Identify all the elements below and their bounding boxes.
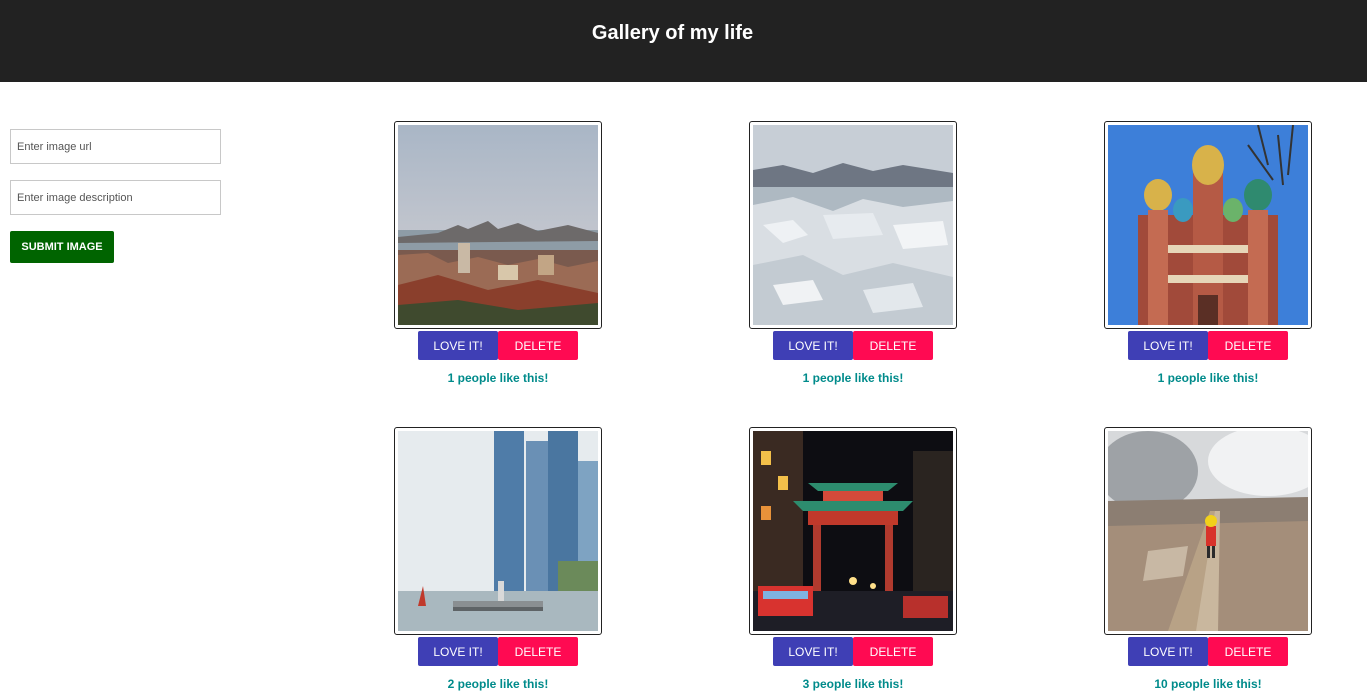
love-it-button[interactable]: LOVE IT!	[418, 331, 498, 360]
photo-frame	[749, 121, 957, 329]
delete-button[interactable]: DELETE	[498, 637, 578, 666]
delete-button[interactable]: DELETE	[498, 331, 578, 360]
app-header: Gallery of my life	[0, 0, 1367, 82]
gallery-card: LOVE IT! DELETE 3 people like this!	[749, 427, 957, 697]
image-description-input[interactable]	[10, 180, 221, 215]
likes-count: 3 people like this!	[802, 677, 904, 691]
image-url-input[interactable]	[10, 129, 221, 164]
love-it-button[interactable]: LOVE IT!	[773, 637, 853, 666]
card-actions: LOVE IT! DELETE	[773, 637, 933, 666]
gallery-card: LOVE IT! DELETE 1 people like this!	[394, 121, 602, 391]
likes-count: 2 people like this!	[447, 677, 549, 691]
page-title: Gallery of my life	[591, 22, 754, 44]
likes-count: 1 people like this!	[1157, 371, 1259, 385]
onion-dome-church-icon	[1108, 125, 1308, 325]
card-actions: LOVE IT! DELETE	[1128, 331, 1288, 360]
gallery-card: LOVE IT! DELETE 1 people like this!	[1104, 121, 1312, 391]
submit-image-button[interactable]: SUBMIT IMAGE	[10, 231, 114, 263]
delete-button[interactable]: DELETE	[1208, 637, 1288, 666]
card-actions: LOVE IT! DELETE	[418, 331, 578, 360]
delete-button[interactable]: DELETE	[1208, 331, 1288, 360]
delete-button[interactable]: DELETE	[853, 637, 933, 666]
city-river-icon	[398, 125, 598, 325]
love-it-button[interactable]: LOVE IT!	[1128, 331, 1208, 360]
love-it-button[interactable]: LOVE IT!	[1128, 637, 1208, 666]
likes-count: 1 people like this!	[802, 371, 904, 385]
gallery-card: LOVE IT! DELETE 1 people like this!	[749, 121, 957, 391]
image-form: SUBMIT IMAGE	[10, 129, 221, 263]
photo-frame	[1104, 427, 1312, 635]
photo-frame	[394, 121, 602, 329]
love-it-button[interactable]: LOVE IT!	[418, 637, 498, 666]
skyline-waterfront-icon	[398, 431, 598, 631]
glacier-lagoon-icon	[753, 125, 953, 325]
gallery-card: LOVE IT! DELETE 10 people like this!	[1104, 427, 1312, 697]
card-actions: LOVE IT! DELETE	[1128, 637, 1288, 666]
boardwalk-steam-icon	[1108, 431, 1308, 631]
likes-count: 1 people like this!	[447, 371, 549, 385]
chinatown-gate-night-icon	[753, 431, 953, 631]
gallery-card: LOVE IT! DELETE 2 people like this!	[394, 427, 602, 697]
photo-frame	[394, 427, 602, 635]
card-actions: LOVE IT! DELETE	[773, 331, 933, 360]
love-it-button[interactable]: LOVE IT!	[773, 331, 853, 360]
photo-frame	[1104, 121, 1312, 329]
photo-frame	[749, 427, 957, 635]
delete-button[interactable]: DELETE	[853, 331, 933, 360]
likes-count: 10 people like this!	[1154, 677, 1262, 691]
card-actions: LOVE IT! DELETE	[418, 637, 578, 666]
